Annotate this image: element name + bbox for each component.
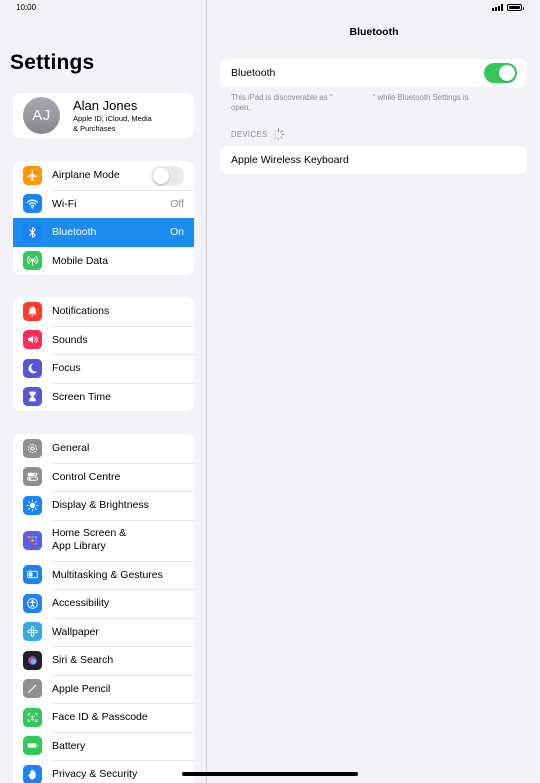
- sidebar-item-label: Wallpaper: [52, 625, 99, 638]
- bell-icon: [23, 301, 42, 321]
- bluetooth-detail-pane: Bluetooth Bluetooth This iPad is discove…: [208, 0, 540, 783]
- wifi-status-value: Off: [170, 197, 184, 210]
- sidebar-item-notifications[interactable]: Notifications: [13, 297, 194, 326]
- settings-title: Settings: [10, 51, 95, 74]
- status-time: 10:00: [16, 3, 37, 12]
- general-group: General Control Centre Display & Brightn…: [13, 434, 194, 783]
- sidebar-item-label: Wi-Fi: [52, 197, 77, 210]
- sidebar-item-label: Mobile Data: [52, 254, 109, 267]
- wifi-icon: [23, 194, 42, 214]
- sidebar-item-label: Notifications: [52, 305, 110, 318]
- sidebar-item-label: Siri & Search: [52, 654, 114, 667]
- airplane-icon: [23, 165, 42, 185]
- sidebar-item-label-line2: App Library: [52, 539, 106, 552]
- toggle-knob: [153, 167, 169, 184]
- bluetooth-toggle-label: Bluetooth: [231, 67, 276, 79]
- switches-icon: [23, 467, 42, 487]
- cellular-signal-icon: [492, 4, 503, 11]
- connectivity-group: Airplane Mode Wi-Fi Off Bluetooth On Mob…: [13, 161, 194, 275]
- flower-icon: [23, 622, 42, 642]
- face-id-icon: [23, 707, 42, 727]
- apple-id-profile[interactable]: AJ Alan Jones Apple ID, iCloud, Media & …: [13, 93, 194, 138]
- sidebar-item-label: Privacy & Security: [52, 768, 138, 781]
- battery-icon: [23, 736, 42, 756]
- sidebar-item-general[interactable]: General: [13, 434, 194, 463]
- sidebar-item-control-centre[interactable]: Control Centre: [13, 462, 194, 492]
- page-title: Bluetooth: [349, 26, 399, 38]
- discoverable-footnote: This iPad is discoverable as " " while Bl…: [231, 93, 521, 113]
- sidebar-item-label: Bluetooth: [52, 226, 97, 239]
- sidebar-item-label: Focus: [52, 362, 81, 375]
- sidebar-item-sounds[interactable]: Sounds: [13, 325, 194, 355]
- sidebar-item-focus[interactable]: Focus: [13, 354, 194, 383]
- sidebar-item-siri-search[interactable]: Siri & Search: [13, 646, 194, 675]
- sidebar-item-label: Battery: [52, 739, 86, 752]
- moon-icon: [23, 358, 42, 378]
- avatar: AJ: [23, 97, 60, 134]
- loading-spinner-icon: [272, 128, 285, 141]
- sidebar-item-battery[interactable]: Battery: [13, 731, 194, 761]
- device-name: Apple Wireless Keyboard: [231, 154, 349, 166]
- sidebar-item-privacy-security[interactable]: Privacy & Security: [13, 760, 194, 783]
- profile-subtitle: Apple ID, iCloud, Media & Purchases: [73, 114, 183, 134]
- airplane-mode-toggle[interactable]: [151, 165, 184, 186]
- profile-subtitle-line2: & Purchases: [73, 124, 116, 133]
- sun-icon: [23, 495, 42, 515]
- device-row-apple-wireless-keyboard[interactable]: Apple Wireless Keyboard: [220, 146, 527, 174]
- sidebar-item-accessibility[interactable]: Accessibility: [13, 589, 194, 618]
- sidebar-item-label: Apple Pencil: [52, 682, 111, 695]
- home-indicator[interactable]: [182, 772, 358, 776]
- bluetooth-toggle[interactable]: [484, 63, 517, 83]
- bluetooth-toggle-card: Bluetooth: [220, 59, 527, 87]
- sidebar-item-multitasking[interactable]: Multitasking & Gestures: [13, 560, 194, 590]
- bluetooth-icon: [23, 222, 42, 242]
- sidebar-item-label: Screen Time: [52, 390, 111, 403]
- multitasking-icon: [23, 565, 42, 585]
- devices-section-header: DEVICES: [231, 130, 268, 139]
- sidebar-item-label-line1: Home Screen &: [52, 526, 127, 539]
- sidebar-item-apple-pencil[interactable]: Apple Pencil: [13, 674, 194, 704]
- hand-icon: [23, 764, 42, 783]
- sidebar-item-airplane-mode[interactable]: Airplane Mode: [13, 161, 194, 190]
- sidebar-item-label: Display & Brightness: [52, 499, 149, 512]
- footnote-part2: " while Bluetooth Settings is: [372, 93, 469, 102]
- siri-icon: [23, 650, 42, 670]
- status-bar: 10:00: [0, 0, 540, 16]
- sidebar-item-face-id[interactable]: Face ID & Passcode: [13, 703, 194, 732]
- sidebar-item-label: Control Centre: [52, 470, 121, 483]
- accessibility-icon: [23, 593, 42, 613]
- sidebar-item-home-screen[interactable]: Home Screen & App Library: [13, 519, 194, 561]
- sidebar-item-label: General: [52, 442, 90, 455]
- sidebar-item-label: Accessibility: [52, 597, 110, 610]
- sidebar-item-wallpaper[interactable]: Wallpaper: [13, 617, 194, 647]
- sidebar-item-label: Airplane Mode: [52, 169, 120, 182]
- sidebar-item-label: Face ID & Passcode: [52, 711, 148, 724]
- profile-name: Alan Jones: [73, 98, 138, 113]
- sidebar-item-bluetooth[interactable]: Bluetooth On: [13, 218, 194, 247]
- bluetooth-status-value: On: [169, 226, 184, 239]
- gear-icon: [23, 438, 42, 458]
- sidebar-item-label: Multitasking & Gestures: [52, 568, 163, 581]
- sidebar-item-wifi[interactable]: Wi-Fi Off: [13, 189, 194, 219]
- footnote-part1: This iPad is discoverable as ": [231, 93, 333, 102]
- footnote-part3: open.: [231, 103, 251, 112]
- sidebar-item-label: Sounds: [52, 333, 88, 346]
- profile-subtitle-line1: Apple ID, iCloud, Media: [73, 114, 152, 123]
- sidebar-item-label: Home Screen & App Library: [52, 527, 126, 553]
- sidebar: Settings AJ Alan Jones Apple ID, iCloud,…: [0, 0, 207, 783]
- sidebar-item-display-brightness[interactable]: Display & Brightness: [13, 491, 194, 520]
- pencil-icon: [23, 679, 42, 699]
- app-grid-icon: [23, 530, 42, 550]
- battery-status-icon: [507, 4, 524, 11]
- status-icons: [492, 4, 524, 11]
- sidebar-item-mobile-data[interactable]: Mobile Data: [13, 247, 194, 276]
- speaker-icon: [23, 330, 42, 350]
- sidebar-item-screen-time[interactable]: Screen Time: [13, 382, 194, 412]
- notifications-group: Notifications Sounds Focus Screen Time: [13, 297, 194, 411]
- hourglass-icon: [23, 387, 42, 407]
- antenna-icon: [23, 251, 42, 271]
- toggle-knob: [499, 65, 515, 81]
